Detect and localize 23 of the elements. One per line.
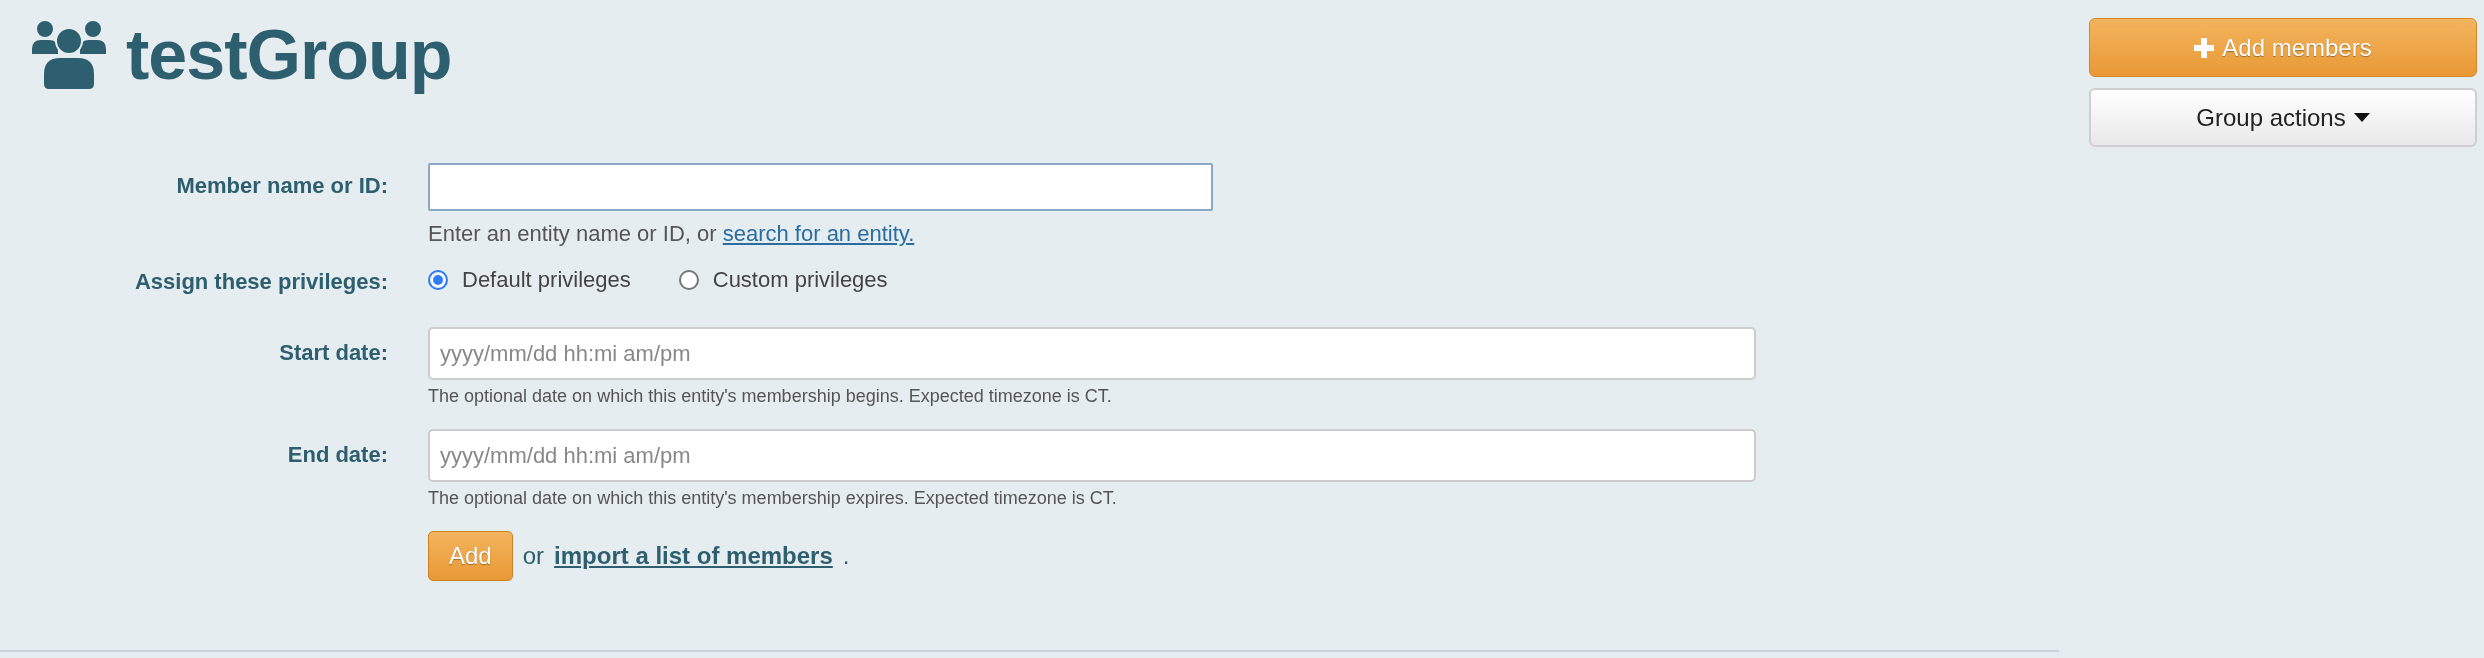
search-link[interactable]: search for an entity. [722,221,915,246]
field-label: End date: [286,441,388,469]
caret-icon [2353,113,2370,122]
hint-text: Enter an entity name or ID, or search for an entity. [428,221,916,247]
hint-text: The optional date on which this entity's membership begins. Expected timezone is CT. [428,386,1113,407]
or-text: or [522,542,545,570]
period-text: . [842,542,850,570]
group-icon [30,19,108,91]
page-title: testGroup [126,15,452,95]
date-field[interactable]: yyyy/mm/dd hh:mi am/pm [428,429,1756,482]
plus-icon [2194,37,2215,58]
date-field[interactable]: yyyy/mm/dd hh:mi am/pm [428,327,1756,380]
radio-label: Default privileges [462,267,631,293]
input-field[interactable] [428,163,1213,211]
radio-button[interactable] [428,270,448,290]
group-actions-button[interactable]: Group actions [2089,88,2477,147]
field-label: Member name or ID: [175,172,388,200]
hint-text: The optional date on which this entity's membership expires. Expected timezone is CT. [428,488,1118,509]
import-link[interactable]: import a list of members [554,542,833,570]
radio-button[interactable] [678,270,699,290]
field-label: Start date: [278,339,388,367]
field-label: Assign these privileges: [133,268,388,296]
radio-label: Custom privileges [712,267,888,293]
